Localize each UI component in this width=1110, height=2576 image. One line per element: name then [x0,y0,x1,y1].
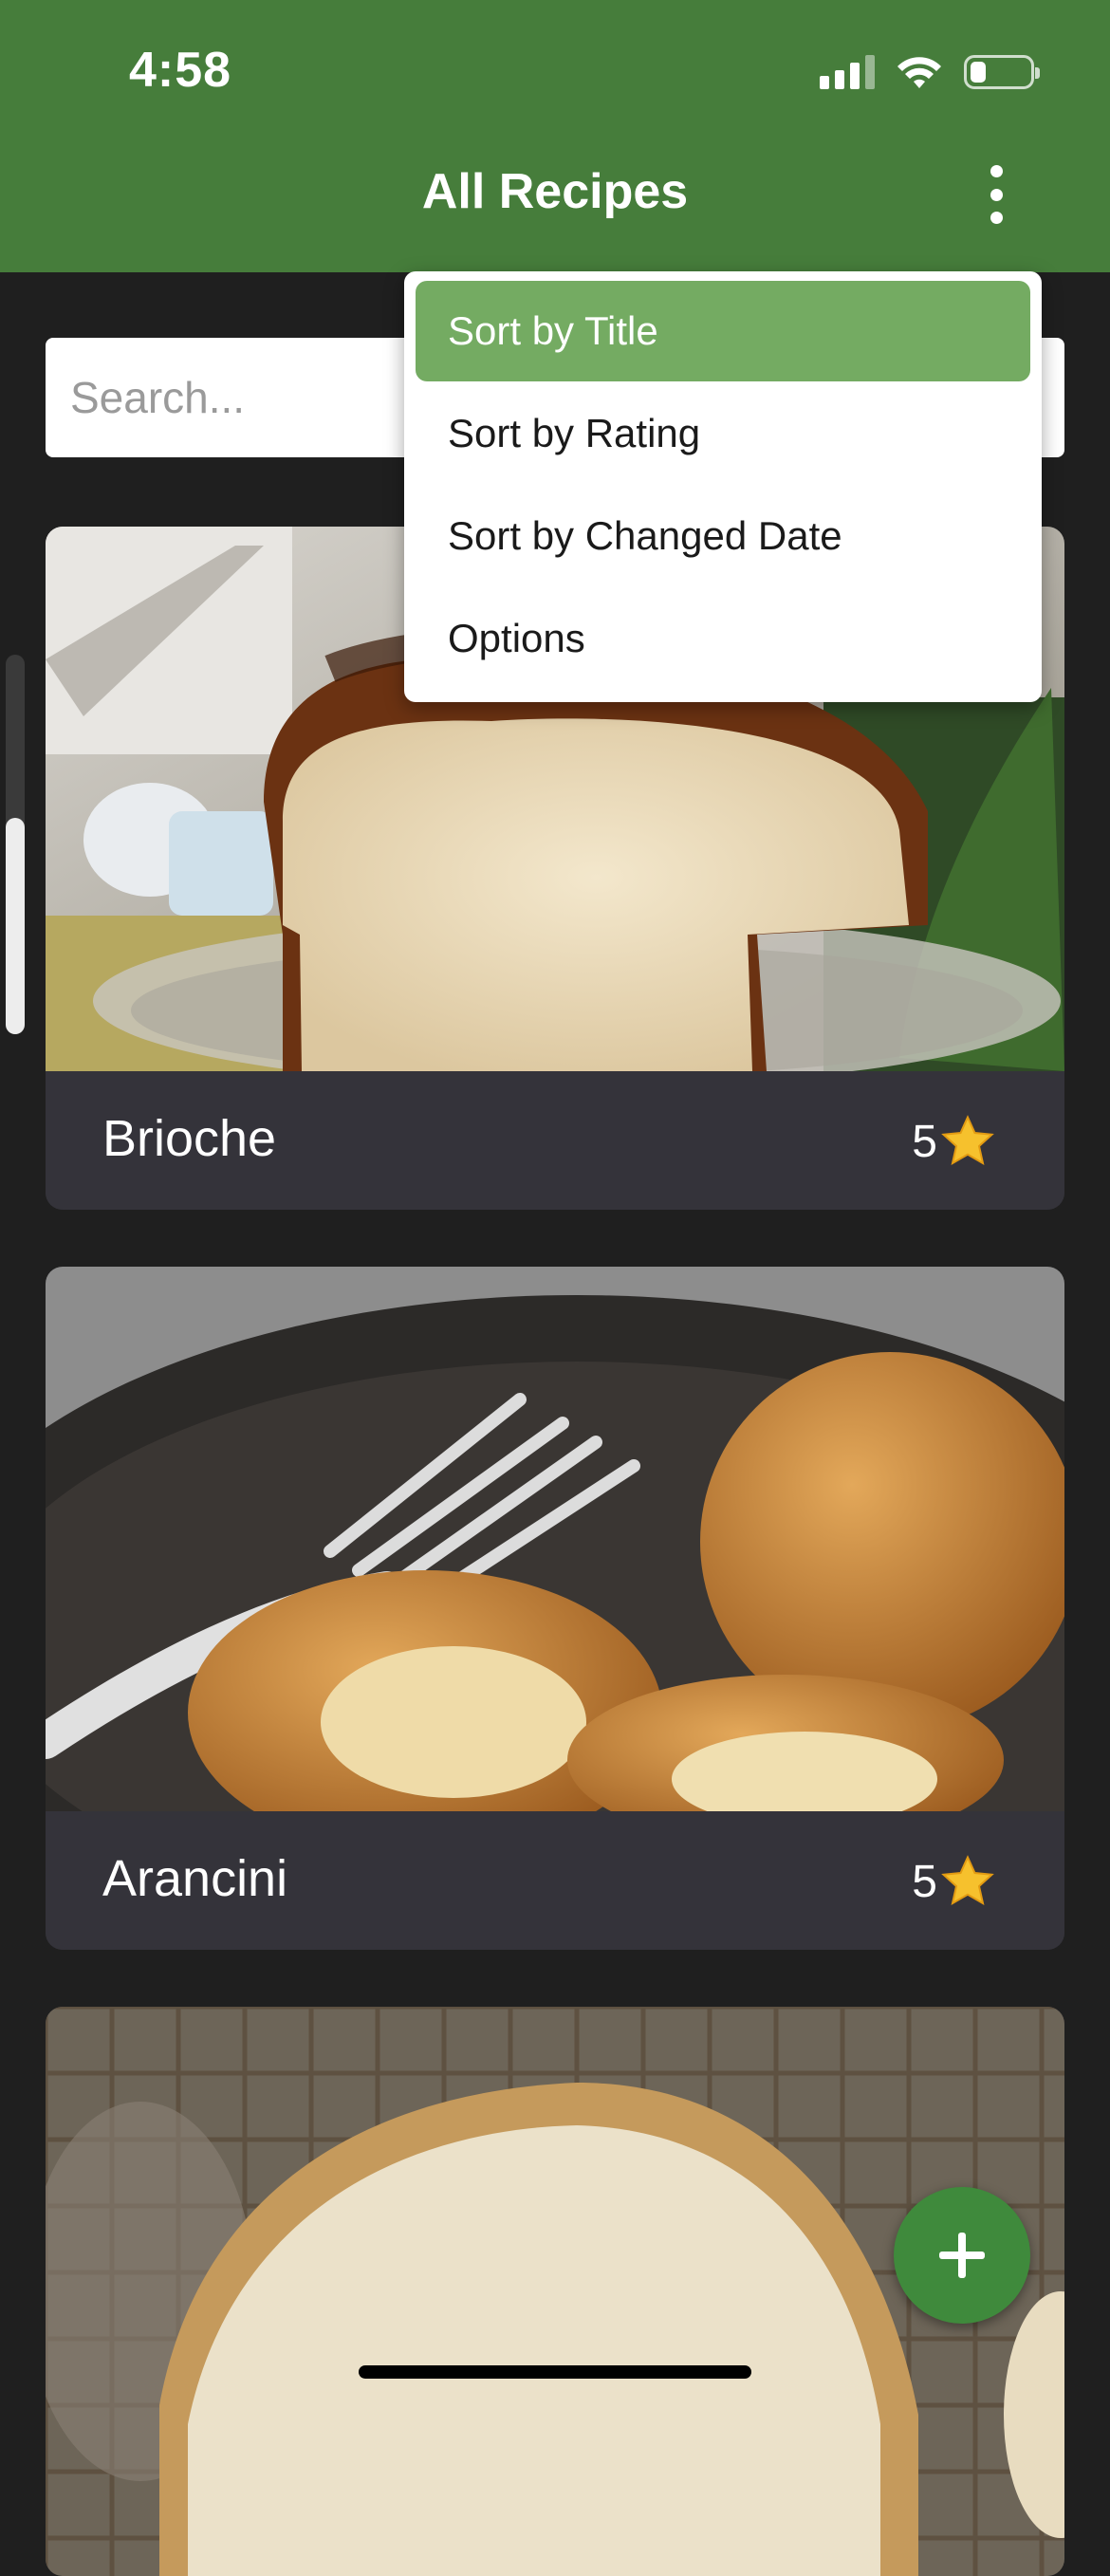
menu-item-sort-by-title[interactable]: Sort by Title [416,281,1030,381]
plus-icon [939,2233,985,2278]
wifi-icon [897,57,941,88]
scrollbar-thumb[interactable] [6,818,25,1034]
recipe-card[interactable]: Arancini 5 [46,1267,1064,1950]
menu-item-sort-by-rating[interactable]: Sort by Rating [416,383,1030,484]
battery-icon [964,55,1040,89]
status-icons [820,53,1040,91]
recipe-title: Arancini [102,1850,288,1907]
recipe-rating: 5 [912,1853,996,1910]
recipe-card-footer: Arancini 5 [46,1811,1064,1950]
recipe-rating: 5 [912,1113,996,1170]
rating-value: 5 [912,1856,937,1907]
page-title: All Recipes [421,164,689,219]
more-options-icon[interactable] [977,161,1015,228]
star-icon [941,1115,994,1166]
recipe-title: Brioche [102,1110,277,1167]
status-time: 4:58 [129,43,232,98]
rating-value: 5 [912,1116,937,1167]
menu-item-options[interactable]: Options [416,588,1030,689]
star-icon [941,1855,994,1906]
sort-menu: Sort by Title Sort by Rating Sort by Cha… [404,271,1042,702]
menu-item-sort-by-changed-date[interactable]: Sort by Changed Date [416,486,1030,586]
recipe-photo [46,1267,1064,1811]
recipe-card-footer: Brioche 5 [46,1071,1064,1210]
home-indicator[interactable] [359,2365,751,2379]
app-bar: 4:58 All Recipes [0,0,1110,272]
add-recipe-button[interactable] [894,2187,1030,2324]
cellular-signal-icon [820,55,875,89]
